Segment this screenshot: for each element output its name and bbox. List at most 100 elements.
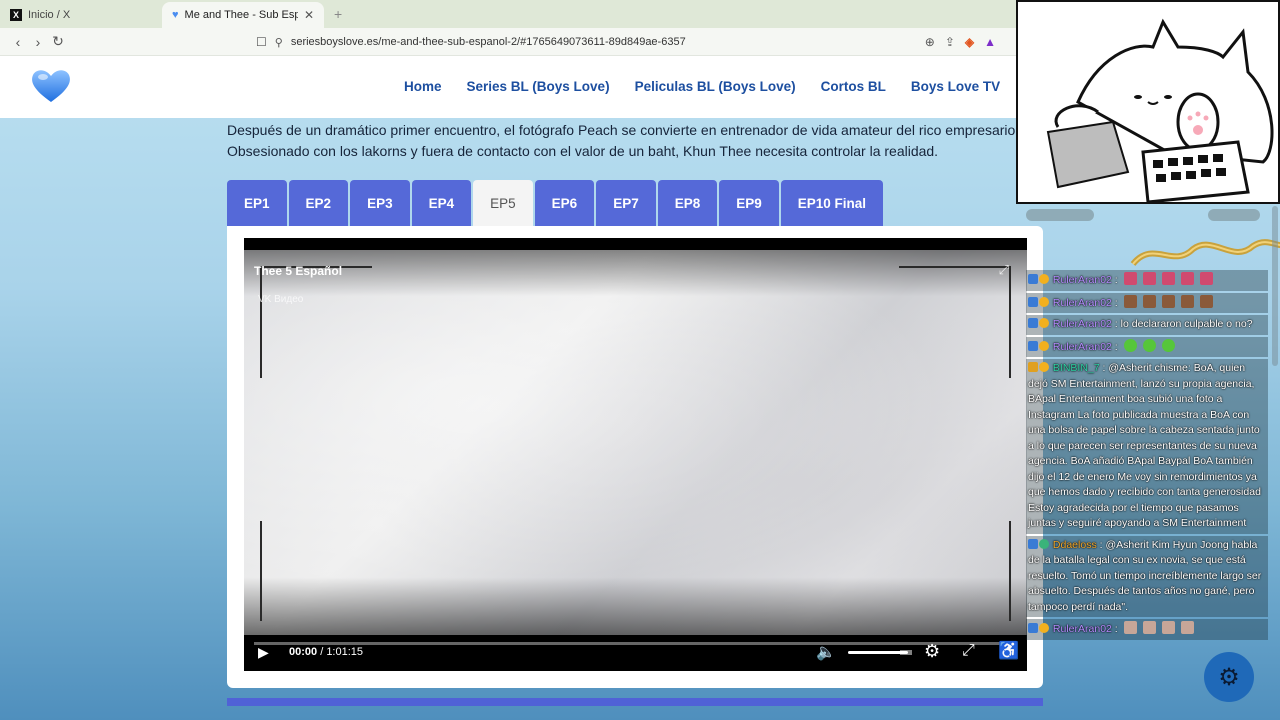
synopsis-line: Después de un dramático primer encuentro… — [227, 122, 1016, 138]
back-icon[interactable]: ‹ — [8, 34, 28, 50]
nav-peliculas-bl[interactable]: Peliculas BL (Boys Love) — [635, 79, 796, 94]
tab-ep9[interactable]: EP9 — [719, 180, 779, 226]
chat-message: BINBIN_7 : @Asherit chisme: BoA, quien d… — [1026, 359, 1268, 534]
episode-tabs: EP1 EP2 EP3 EP4 EP5 EP6 EP7 EP8 EP9 EP10… — [227, 180, 884, 226]
badge-icon — [1028, 318, 1038, 328]
tab-title: Me and Thee - Sub Español - Se — [184, 9, 298, 21]
emote-icon — [1180, 272, 1194, 285]
badge-icon — [1039, 362, 1049, 372]
badge-icon — [1028, 362, 1038, 372]
site-info-icon[interactable]: ⚲ — [275, 36, 283, 49]
badge-icon — [1028, 274, 1038, 284]
badge-icon — [1039, 274, 1049, 284]
video-title: Thee 5 Español — [254, 264, 343, 278]
browser-tab-series[interactable]: ♥ Me and Thee - Sub Español - Se ✕ — [162, 2, 324, 28]
badge-icon — [1039, 318, 1049, 328]
browser-tab-strip: X Inicio / X ♥ Me and Thee - Sub Español… — [0, 0, 1016, 28]
chat-message: RulerAran02 : — [1026, 619, 1268, 640]
player-controls: ▶ 00:00 / 1:01:15 🔈 ⚙ ⤢ ♿ — [244, 636, 1027, 671]
address-bar: ‹ › ↻ ☐ ⚲ seriesboyslove.es/me-and-thee-… — [0, 28, 1016, 56]
emote-icon — [1161, 621, 1175, 634]
nav-home[interactable]: Home — [404, 79, 442, 94]
emote-icon — [1161, 294, 1175, 308]
chat-log: RulerAran02 : RulerAran02 : RulerAran02 … — [1026, 270, 1268, 642]
chat-message: RulerAran02 : — [1026, 270, 1268, 291]
emote-icon — [1161, 338, 1175, 352]
site-nav: Home Series BL (Boys Love) Peliculas BL … — [404, 79, 1033, 94]
current-time: 00:00 — [289, 646, 318, 658]
badge-icon — [1039, 340, 1049, 351]
tab-ep2[interactable]: EP2 — [288, 180, 349, 226]
chat-message: Ddaeloss : @Asherit Kim Hyun Joong habla… — [1026, 535, 1268, 617]
dragon-decoration-icon — [1130, 239, 1280, 267]
site-header: Home Series BL (Boys Love) Peliculas BL … — [0, 56, 1033, 118]
emote-icon — [1199, 272, 1213, 285]
emote-icon — [1142, 338, 1156, 352]
tab-ep10-final[interactable]: EP10 Final — [780, 180, 884, 226]
gear-icon: ⚙ — [1218, 663, 1240, 691]
new-tab-icon[interactable]: + — [334, 6, 342, 22]
tab-ep3[interactable]: EP3 — [350, 180, 410, 226]
chat-username: BINBIN_7 — [1050, 362, 1100, 374]
vk-brand: VK Видео — [258, 294, 304, 305]
badge-icon — [1039, 296, 1049, 307]
accessibility-icon[interactable]: ♿ — [998, 641, 1019, 661]
browser-tab-x[interactable]: X Inicio / X — [0, 2, 162, 28]
reload-icon[interactable]: ↻ — [48, 33, 68, 50]
brave-shield-icon[interactable]: ◈ — [965, 35, 974, 49]
tab-ep7[interactable]: EP7 — [596, 180, 656, 226]
time-display: 00:00 / 1:01:15 — [289, 646, 363, 658]
emote-icon — [1180, 294, 1194, 308]
emote-icon — [1180, 621, 1194, 634]
badge-icon — [1039, 623, 1049, 633]
expand-icon[interactable]: ⤢ — [999, 262, 1009, 278]
emote-icon — [1123, 338, 1137, 352]
chat-scrollbar[interactable] — [1272, 206, 1278, 366]
badge-icon — [1028, 538, 1038, 549]
tab-ep6[interactable]: EP6 — [534, 180, 595, 226]
volume-slider[interactable] — [848, 650, 912, 655]
bongo-cat-icon — [1046, 18, 1274, 204]
chat-username: RulerAran02 — [1050, 274, 1112, 286]
chat-username: RulerAran02 — [1050, 623, 1112, 635]
player-card: Thee 5 Español VK Видео ⤢ ▶ 00:00 / 1:01… — [227, 226, 1043, 688]
badge-icon — [1028, 296, 1038, 307]
chat-header-decor — [1024, 206, 1280, 270]
chat-username: RulerAran02 — [1050, 296, 1112, 309]
share-icon[interactable]: ⇪ — [945, 35, 955, 49]
bookmark-icon[interactable]: ☐ — [256, 35, 267, 49]
chat-text: lo declararon culpable o no? — [1120, 318, 1253, 330]
volume-icon[interactable]: 🔈 — [816, 642, 836, 662]
close-tab-icon[interactable]: ✕ — [304, 8, 314, 22]
nav-boys-love-tv[interactable]: Boys Love TV — [911, 79, 1000, 94]
url-field[interactable]: seriesboyslove.es/me-and-thee-sub-espano… — [291, 36, 917, 48]
chat-message: RulerAran02 : — [1026, 292, 1268, 313]
tab-title: Inicio / X — [28, 9, 71, 21]
tab-ep4[interactable]: EP4 — [411, 180, 472, 226]
fullscreen-icon[interactable]: ⤢ — [962, 642, 975, 660]
nav-cortos-bl[interactable]: Cortos BL — [821, 79, 886, 94]
emote-icon — [1161, 272, 1175, 285]
synopsis: Después de un dramático primer encuentro… — [227, 120, 1016, 162]
settings-icon[interactable]: ⚙ — [924, 641, 940, 662]
bottom-bar — [227, 698, 1043, 706]
rewards-icon[interactable]: ▲ — [984, 35, 996, 49]
tab-ep5[interactable]: EP5 — [473, 180, 533, 226]
video-player[interactable]: Thee 5 Español VK Видео ⤢ ▶ 00:00 / 1:01… — [244, 238, 1027, 671]
video-frame[interactable]: Thee 5 Español VK Видео ⤢ — [244, 250, 1027, 645]
zoom-icon[interactable]: ⊕ — [925, 35, 935, 49]
chat-message: RulerAran02 : — [1026, 336, 1268, 357]
badge-icon — [1028, 623, 1038, 633]
bongo-cat-overlay — [1016, 0, 1280, 204]
forward-icon[interactable]: › — [28, 34, 48, 50]
synopsis-line: Obsesionado con los lakorns y fuera de c… — [227, 143, 939, 159]
nav-series-bl[interactable]: Series BL (Boys Love) — [467, 79, 610, 94]
heart-logo-icon[interactable] — [30, 68, 72, 104]
tab-ep8[interactable]: EP8 — [657, 180, 718, 226]
play-icon[interactable]: ▶ — [258, 644, 269, 661]
tab-ep1[interactable]: EP1 — [227, 180, 287, 226]
emote-icon — [1123, 294, 1137, 308]
duration: / 1:01:15 — [320, 646, 364, 658]
heart-favicon-icon: ♥ — [172, 9, 179, 21]
settings-fab-button[interactable]: ⚙ — [1204, 652, 1254, 702]
